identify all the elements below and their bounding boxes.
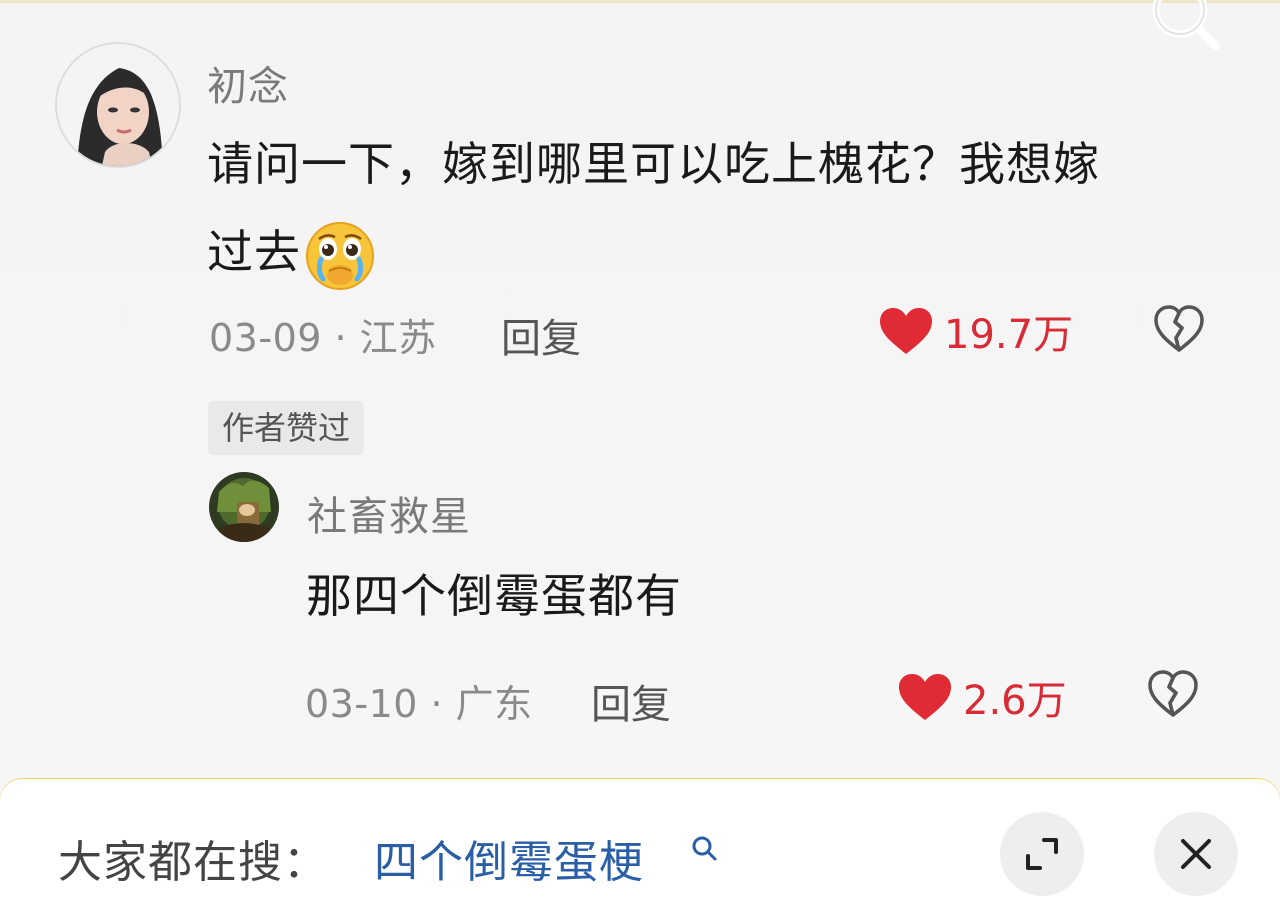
reply-date-location: 03-10 · 广东 <box>305 682 533 726</box>
comment-text-line-1: 请问一下，嫁到哪里可以吃上槐花？我想嫁 <box>207 137 1100 191</box>
reply-like-count: 2.6万 <box>963 678 1067 724</box>
search-icon[interactable] <box>690 834 718 862</box>
reply-to-reply-button[interactable]: 回复 <box>591 672 671 730</box>
reply-username[interactable]: 社畜救星 <box>307 484 471 542</box>
close-icon <box>1181 839 1211 869</box>
search-icon[interactable] <box>1144 0 1224 60</box>
expand-button[interactable] <box>1000 812 1084 896</box>
suggestion-label: 大家都在搜： <box>58 837 328 888</box>
user-avatar-image <box>57 44 179 166</box>
comment-text: 请问一下，嫁到哪里可以吃上槐花？我想嫁 过去 <box>207 120 1207 296</box>
comment-thread-screen: 初念 请问一下，嫁到哪里可以吃上槐花？我想嫁 过去 03-09 · 江苏 回复 … <box>0 0 1280 897</box>
avatar[interactable] <box>55 42 181 168</box>
heart-icon <box>899 674 951 720</box>
broken-heart-icon[interactable] <box>1152 302 1206 356</box>
close-button[interactable] <box>1154 812 1238 896</box>
reply-button[interactable]: 回复 <box>501 306 581 364</box>
author-liked-badge: 作者赞过 <box>208 401 365 455</box>
reply-avatar[interactable] <box>209 472 279 542</box>
expand-icon <box>1026 838 1058 870</box>
heart-icon <box>880 308 932 354</box>
comment-date-location: 03-09 · 江苏 <box>209 316 437 360</box>
comment-username[interactable]: 初念 <box>207 54 289 112</box>
like-count: 19.7万 <box>944 312 1074 358</box>
like-button[interactable]: 19.7万 <box>878 302 1073 360</box>
broken-heart-icon[interactable] <box>1146 667 1200 721</box>
reply-avatar-image <box>209 472 279 542</box>
suggested-search-link[interactable]: 四个倒霉蛋梗 <box>374 826 644 890</box>
top-divider <box>0 0 1280 3</box>
reply-like-button[interactable]: 2.6万 <box>897 668 1067 726</box>
comment-text-line-2-text: 过去 <box>207 225 301 279</box>
reply-text: 那四个倒霉蛋都有 <box>306 569 682 623</box>
pleading-face-emoji-icon <box>306 221 374 290</box>
comment-text-line-2: 过去 <box>207 208 1207 296</box>
